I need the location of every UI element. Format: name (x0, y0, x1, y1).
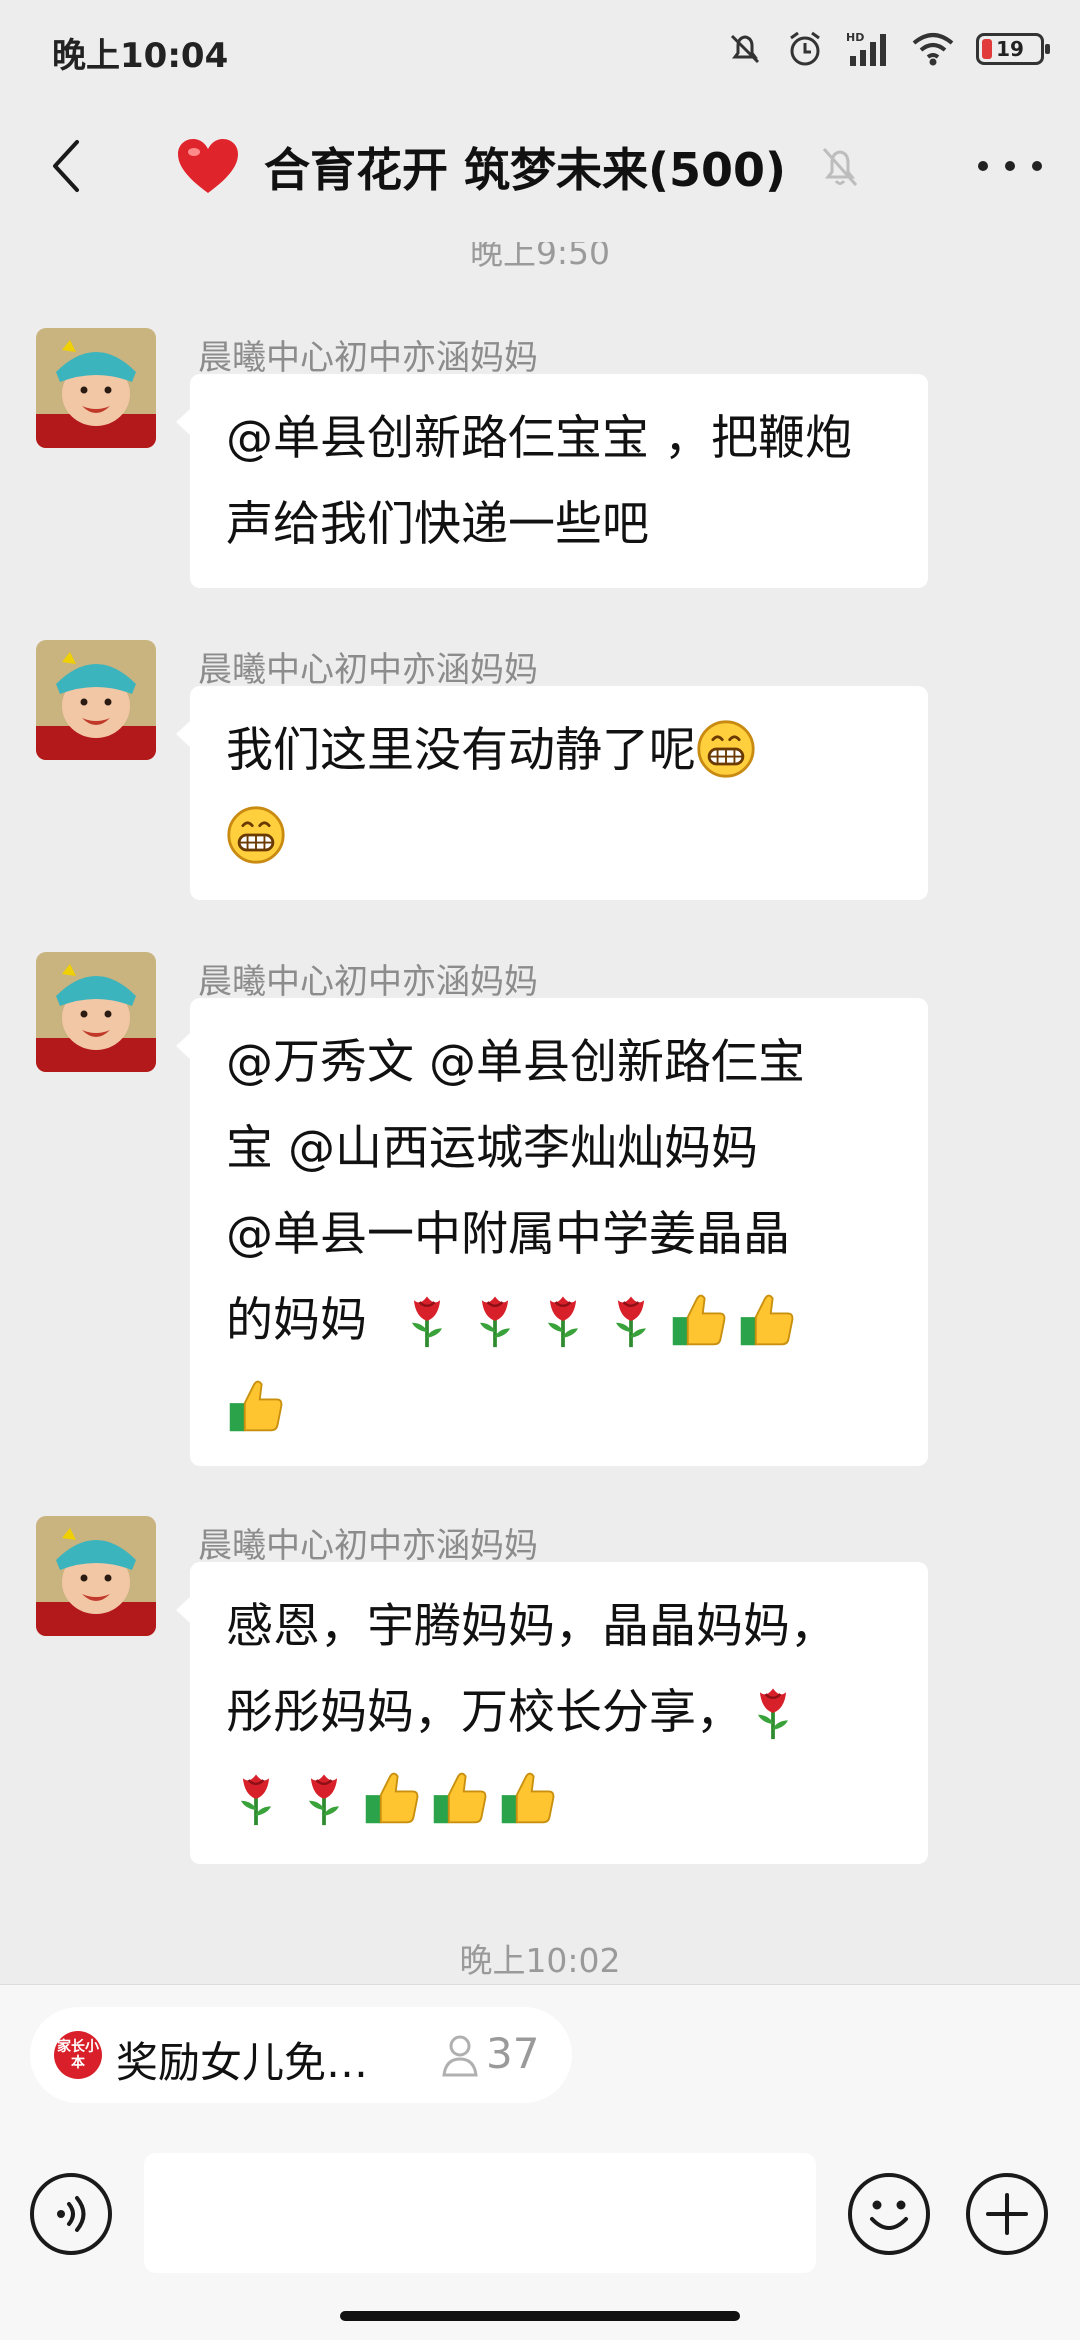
message-input[interactable] (144, 2153, 816, 2273)
sender-name: 晨曦中心初中亦涵妈妈 (198, 650, 538, 690)
status-time: 晚上10:04 (52, 36, 229, 76)
avatar[interactable] (36, 328, 156, 448)
back-arrow-icon (53, 140, 79, 192)
thumbs-up-emoji (362, 1767, 422, 1827)
mini-app-card[interactable]: 家长小本 奖励女儿免… 37 (30, 2007, 572, 2103)
message-text: @单县创新路仨宝宝 ，把鞭炮声给我们快递一些吧 (226, 411, 852, 552)
status-bar: 晚上10:04 HD 19 (0, 0, 1080, 96)
sender-name: 晨曦中心初中亦涵妈妈 (198, 338, 538, 378)
emoji-button[interactable] (848, 2173, 930, 2255)
avatar[interactable] (36, 952, 156, 1072)
rose-emoji (533, 1289, 593, 1349)
mini-app-logo: 家长小本 (54, 2031, 102, 2079)
sender-name: 晨曦中心初中亦涵妈妈 (198, 962, 538, 1002)
grin-emoji (696, 719, 756, 779)
message-text-line: 感恩，宇腾妈妈，晶晶妈妈， (226, 1599, 837, 1654)
more-dots-icon (978, 161, 988, 171)
message-text: 我们这里没有动静了呢 (226, 723, 696, 778)
message-bubble[interactable]: @万秀文 @单县创新路仨宝 宝 @山西运城李灿灿妈妈 @单县一中附属中学姜晶晶 … (176, 998, 928, 1466)
alarm-icon (790, 31, 820, 66)
chat-title: 合育花开 筑梦未来(500) (264, 143, 787, 197)
input-area: 家长小本 奖励女儿免… 37 (0, 1984, 1080, 2340)
voice-button[interactable] (30, 2173, 112, 2255)
message-text-line: 彤彤妈妈，万校长分享， (226, 1685, 743, 1740)
rose-emoji (743, 1681, 803, 1741)
mini-app-user-count: 37 (486, 2029, 540, 2078)
message-text-line: @单县一中附属中学姜晶晶 (226, 1207, 790, 1262)
rose-emoji (397, 1289, 457, 1349)
message-bubble[interactable]: 感恩，宇腾妈妈，晶晶妈妈， 彤彤妈妈，万校长分享， (176, 1562, 928, 1864)
thumbs-up-emoji (498, 1767, 558, 1827)
chat-title-wrap[interactable]: 合育花开 筑梦未来(500) (176, 132, 860, 202)
battery-icon: 19 (976, 33, 1050, 65)
sender-name: 晨曦中心初中亦涵妈妈 (198, 1526, 538, 1566)
svg-text:HD: HD (846, 31, 864, 44)
avatar[interactable] (36, 640, 156, 760)
signal-icon: HD (846, 31, 886, 66)
grin-emoji (226, 805, 286, 865)
timestamp: 晚上10:02 (459, 1941, 621, 1980)
message-bubble[interactable]: @单县创新路仨宝宝 ，把鞭炮声给我们快递一些吧 (176, 374, 928, 588)
thumbs-up-emoji (226, 1375, 286, 1435)
thumbs-up-emoji (737, 1289, 797, 1349)
voice-icon (57, 2196, 86, 2232)
home-indicator[interactable] (340, 2311, 740, 2321)
status-icons: HD 19 (726, 24, 1050, 74)
rose-emoji (465, 1289, 525, 1349)
rose-emoji (226, 1767, 286, 1827)
rose-emoji (601, 1289, 661, 1349)
battery-level: 19 (996, 37, 1024, 61)
thumbs-up-emoji (669, 1289, 729, 1349)
message-text-line: 的妈妈 (226, 1293, 367, 1348)
message-list[interactable]: 晚上9:50 晨曦中心初中亦涵妈妈 @单县创新路仨宝宝 ，把鞭炮声给我们快递一些… (0, 242, 1080, 1984)
thumbs-up-emoji (430, 1767, 490, 1827)
message-text-line: @万秀文 @单县创新路仨宝 (226, 1035, 805, 1090)
more-functions-button[interactable] (966, 2173, 1048, 2255)
message-bubble[interactable]: 我们这里没有动静了呢 (176, 686, 928, 900)
mini-app-name: 奖励女儿免… (116, 2038, 369, 2087)
rose-emoji (294, 1767, 354, 1827)
message-text-line: 宝 @山西运城李灿灿妈妈 (226, 1121, 758, 1176)
mute-notification-icon (730, 34, 760, 64)
emoji-face-icon (870, 2200, 908, 2230)
plus-icon (986, 2193, 1028, 2235)
chat-header: 合育花开 筑梦未来(500) (0, 96, 1080, 242)
back-button[interactable] (36, 136, 96, 196)
user-icon (442, 2035, 478, 2077)
timestamp: 晚上9:50 (469, 242, 611, 272)
more-options-button[interactable] (978, 146, 1042, 186)
heart-icon (178, 139, 238, 193)
wifi-icon (912, 33, 954, 66)
avatar[interactable] (36, 1516, 156, 1636)
mute-bell-icon (822, 148, 858, 186)
